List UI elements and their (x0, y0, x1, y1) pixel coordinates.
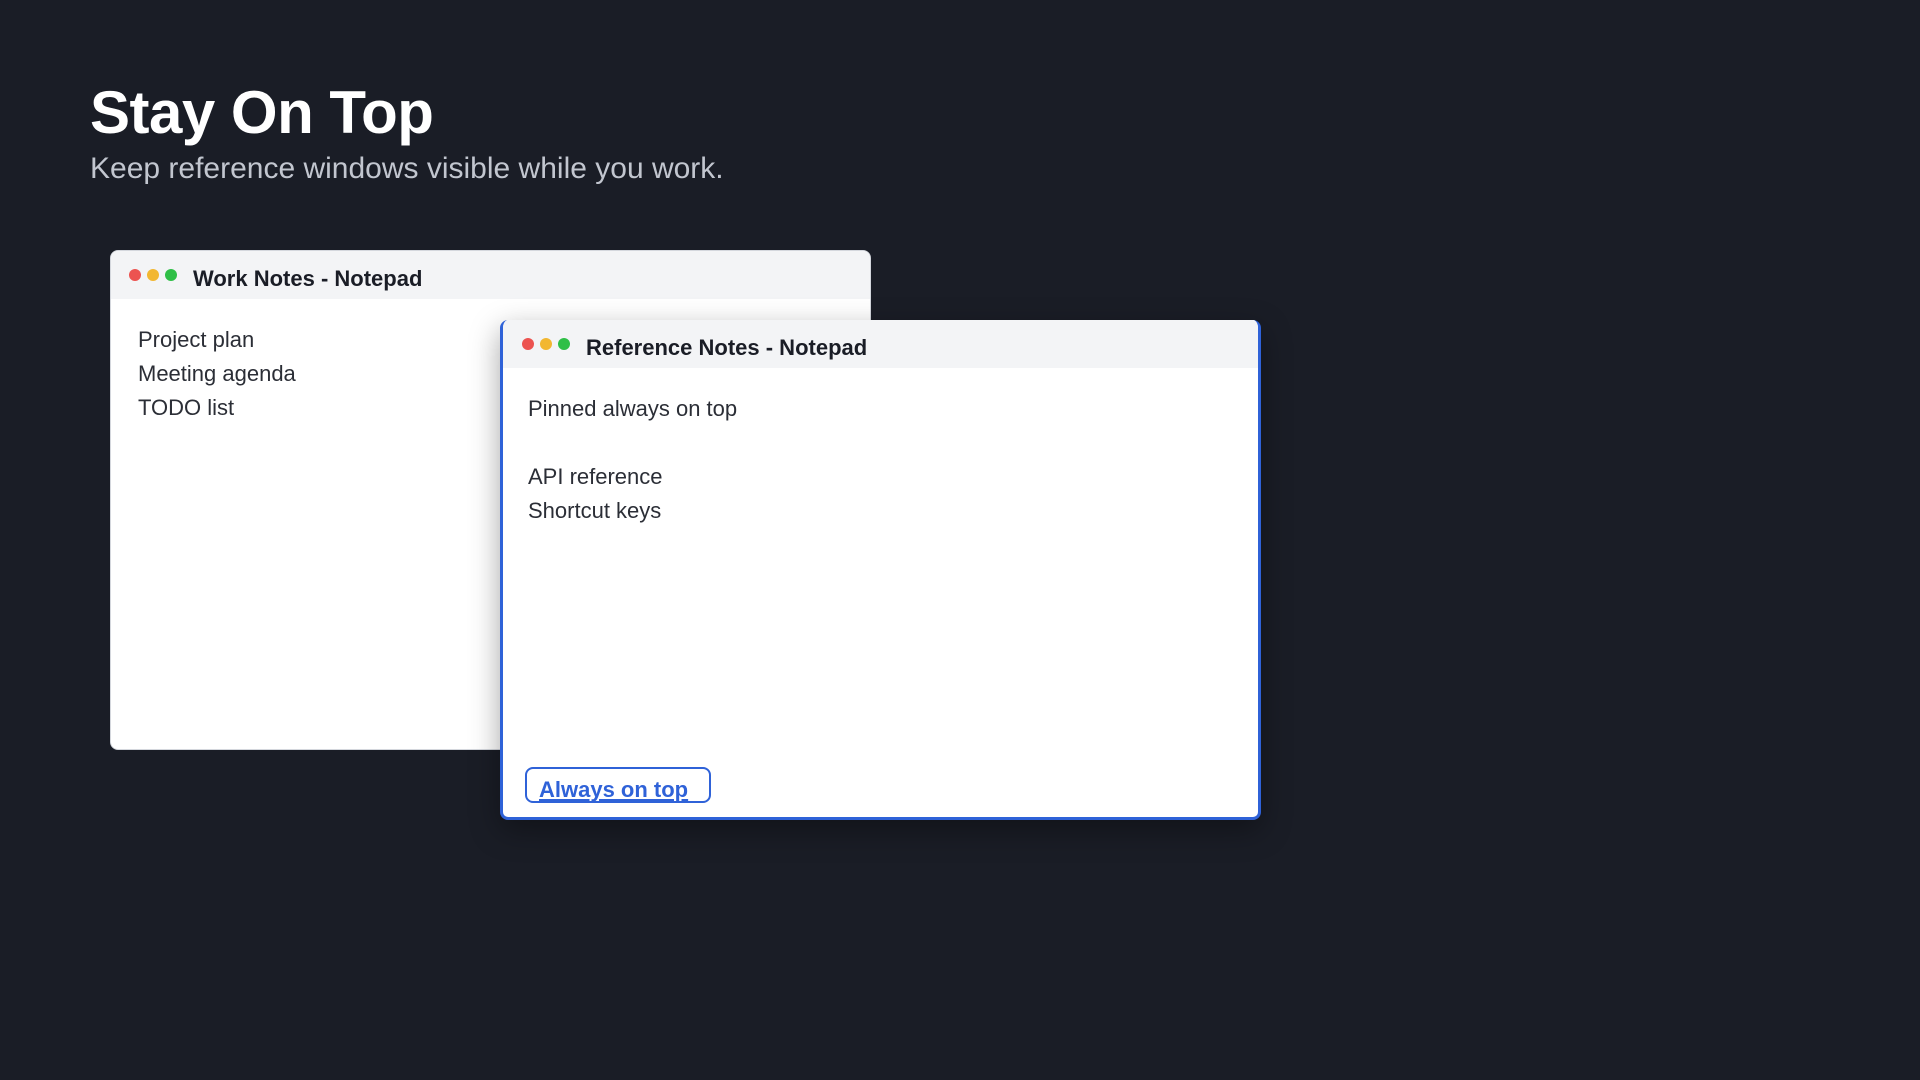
close-icon[interactable] (522, 338, 534, 350)
minimize-icon[interactable] (540, 338, 552, 350)
text-area[interactable]: Pinned always on top API reference Short… (503, 368, 1258, 552)
text-line-blank (528, 426, 1233, 460)
window-titlebar[interactable]: Work Notes - Notepad (111, 251, 870, 299)
window-title: Reference Notes - Notepad (586, 335, 868, 360)
text-line: Shortcut keys (528, 498, 662, 523)
reference-notes-window[interactable]: Reference Notes - Notepad Pinned always … (500, 320, 1261, 820)
close-icon[interactable] (129, 269, 141, 281)
text-line: API reference (528, 464, 663, 489)
maximize-icon[interactable] (165, 269, 177, 281)
window-titlebar[interactable]: Reference Notes - Notepad (503, 320, 1258, 368)
window-controls (129, 269, 177, 281)
desktop: Stay On Top Keep reference windows visib… (0, 0, 1920, 1080)
page-title: Stay On Top (90, 79, 434, 146)
text-line: Pinned always on top (528, 396, 738, 421)
window-title: Work Notes - Notepad (193, 266, 423, 291)
page-subtitle: Keep reference windows visible while you… (90, 152, 724, 185)
always-on-top-button[interactable]: Always on top (525, 767, 711, 803)
window-controls (522, 338, 570, 350)
minimize-icon[interactable] (147, 269, 159, 281)
maximize-icon[interactable] (558, 338, 570, 350)
